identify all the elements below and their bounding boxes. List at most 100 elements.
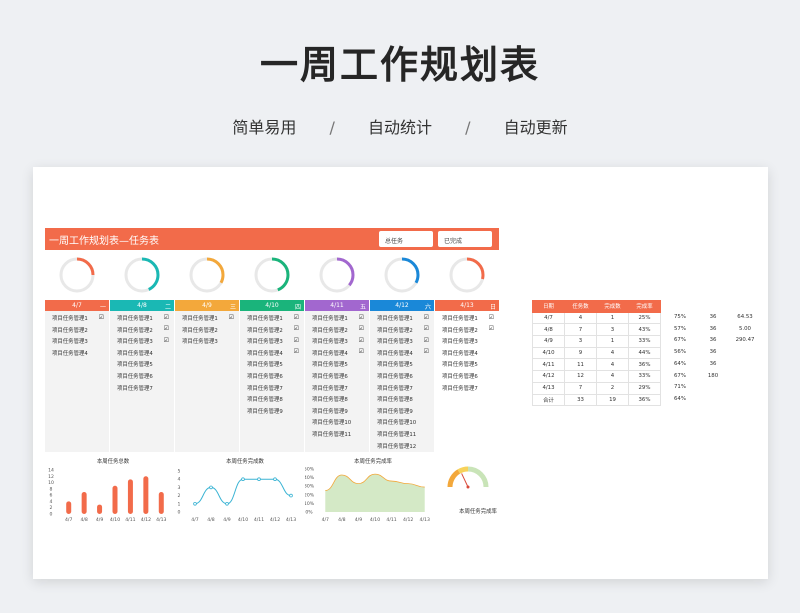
checkbox-checked-icon[interactable]: ☑ [229, 314, 234, 321]
task-item[interactable]: 项目任务管理2 [442, 326, 478, 334]
summary-cell[interactable]: 4/10 [532, 346, 565, 360]
task-item[interactable]: 项目任务管理10 [377, 418, 416, 426]
summary-cell[interactable]: 7 [564, 323, 597, 337]
task-item[interactable]: 项目任务管理7 [442, 384, 478, 392]
checkbox-checked-icon[interactable]: ☑ [489, 325, 494, 332]
task-item[interactable]: 项目任务管理1 [247, 314, 283, 322]
task-item[interactable]: 项目任务管理4 [442, 349, 478, 357]
checkbox-checked-icon[interactable]: ☑ [294, 348, 299, 355]
task-item[interactable]: 项目任务管理1 [117, 314, 153, 322]
task-item[interactable]: 项目任务管理4 [52, 349, 88, 357]
summary-cell[interactable]: 12 [564, 370, 597, 383]
summary-cell[interactable]: 43% [628, 323, 661, 337]
summary-cell[interactable]: 合计 [532, 393, 565, 407]
summary-cell[interactable]: 4 [564, 311, 597, 325]
task-item[interactable]: 项目任务管理9 [312, 407, 348, 415]
task-item[interactable]: 项目任务管理7 [247, 384, 283, 392]
task-item[interactable]: 项目任务管理3 [182, 337, 218, 345]
task-item[interactable]: 项目任务管理12 [377, 442, 416, 450]
task-item[interactable]: 项目任务管理5 [377, 360, 413, 368]
task-item[interactable]: 项目任务管理2 [182, 326, 218, 334]
summary-cell[interactable]: 33% [628, 335, 661, 348]
completed-box[interactable]: 已完成 [438, 231, 492, 247]
summary-cell[interactable]: 4/9 [532, 335, 565, 348]
checkbox-checked-icon[interactable]: ☑ [359, 348, 364, 355]
summary-cell[interactable]: 4/7 [532, 311, 565, 325]
checkbox-checked-icon[interactable]: ☑ [424, 314, 429, 321]
checkbox-checked-icon[interactable]: ☑ [164, 314, 169, 321]
task-item[interactable]: 项目任务管理2 [52, 326, 88, 334]
task-item[interactable]: 项目任务管理2 [377, 326, 413, 334]
task-item[interactable]: 项目任务管理6 [312, 372, 348, 380]
checkbox-checked-icon[interactable]: ☑ [424, 325, 429, 332]
task-item[interactable]: 项目任务管理6 [117, 372, 153, 380]
summary-cell[interactable]: 11 [564, 358, 597, 372]
summary-cell[interactable]: 36% [628, 393, 661, 407]
summary-cell[interactable]: 29% [628, 381, 661, 395]
summary-cell[interactable]: 44% [628, 346, 661, 360]
task-item[interactable]: 项目任务管理8 [312, 395, 348, 403]
task-item[interactable]: 项目任务管理1 [52, 314, 88, 322]
task-item[interactable]: 项目任务管理1 [377, 314, 413, 322]
checkbox-checked-icon[interactable]: ☑ [489, 314, 494, 321]
task-item[interactable]: 项目任务管理1 [182, 314, 218, 322]
task-item[interactable]: 项目任务管理7 [377, 384, 413, 392]
total-tasks-box[interactable]: 总任务 [379, 231, 433, 247]
summary-cell[interactable]: 9 [564, 346, 597, 360]
checkbox-checked-icon[interactable]: ☑ [424, 337, 429, 344]
summary-cell[interactable]: 2 [596, 381, 629, 395]
task-item[interactable]: 项目任务管理7 [117, 384, 153, 392]
summary-cell[interactable]: 33% [628, 370, 661, 383]
checkbox-checked-icon[interactable]: ☑ [164, 325, 169, 332]
task-item[interactable]: 项目任务管理8 [247, 395, 283, 403]
task-item[interactable]: 项目任务管理7 [312, 384, 348, 392]
task-item[interactable]: 项目任务管理3 [117, 337, 153, 345]
task-item[interactable]: 项目任务管理2 [312, 326, 348, 334]
task-item[interactable]: 项目任务管理2 [247, 326, 283, 334]
summary-cell[interactable]: 4 [596, 358, 629, 372]
summary-cell[interactable]: 7 [564, 381, 597, 395]
checkbox-checked-icon[interactable]: ☑ [359, 314, 364, 321]
summary-cell[interactable]: 36% [628, 358, 661, 372]
checkbox-checked-icon[interactable]: ☑ [359, 337, 364, 344]
summary-cell[interactable]: 33 [564, 393, 597, 407]
task-item[interactable]: 项目任务管理2 [117, 326, 153, 334]
summary-cell[interactable]: 19 [596, 393, 629, 407]
summary-cell[interactable]: 3 [596, 323, 629, 337]
summary-cell[interactable]: 4/8 [532, 323, 565, 337]
checkbox-checked-icon[interactable]: ☑ [164, 337, 169, 344]
checkbox-checked-icon[interactable]: ☑ [294, 337, 299, 344]
task-item[interactable]: 项目任务管理9 [247, 407, 283, 415]
task-item[interactable]: 项目任务管理1 [442, 314, 478, 322]
summary-cell[interactable]: 4 [596, 346, 629, 360]
task-item[interactable]: 项目任务管理3 [312, 337, 348, 345]
checkbox-checked-icon[interactable]: ☑ [294, 314, 299, 321]
task-item[interactable]: 项目任务管理5 [312, 360, 348, 368]
task-item[interactable]: 项目任务管理10 [312, 418, 351, 426]
checkbox-checked-icon[interactable]: ☑ [99, 314, 104, 321]
checkbox-checked-icon[interactable]: ☑ [424, 348, 429, 355]
task-item[interactable]: 项目任务管理3 [247, 337, 283, 345]
task-item[interactable]: 项目任务管理4 [377, 349, 413, 357]
task-item[interactable]: 项目任务管理4 [117, 349, 153, 357]
task-item[interactable]: 项目任务管理5 [117, 360, 153, 368]
task-item[interactable]: 项目任务管理6 [442, 372, 478, 380]
task-item[interactable]: 项目任务管理3 [377, 337, 413, 345]
checkbox-checked-icon[interactable]: ☑ [294, 325, 299, 332]
summary-cell[interactable]: 4/12 [532, 370, 565, 383]
summary-cell[interactable]: 4/11 [532, 358, 565, 372]
task-item[interactable]: 项目任务管理5 [247, 360, 283, 368]
task-item[interactable]: 项目任务管理8 [377, 395, 413, 403]
task-item[interactable]: 项目任务管理9 [377, 407, 413, 415]
summary-cell[interactable]: 3 [564, 335, 597, 348]
task-item[interactable]: 项目任务管理4 [247, 349, 283, 357]
task-item[interactable]: 项目任务管理11 [377, 430, 416, 438]
task-item[interactable]: 项目任务管理4 [312, 349, 348, 357]
task-item[interactable]: 项目任务管理5 [442, 360, 478, 368]
summary-cell[interactable]: 25% [628, 311, 661, 325]
checkbox-checked-icon[interactable]: ☑ [359, 325, 364, 332]
task-item[interactable]: 项目任务管理6 [377, 372, 413, 380]
summary-cell[interactable]: 1 [596, 335, 629, 348]
task-item[interactable]: 项目任务管理6 [247, 372, 283, 380]
task-item[interactable]: 项目任务管理1 [312, 314, 348, 322]
